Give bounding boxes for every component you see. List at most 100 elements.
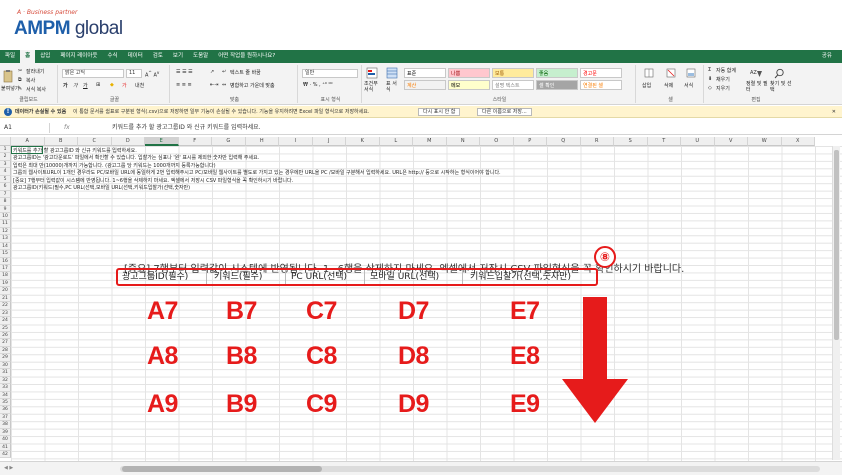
- cell-style-2[interactable]: 보통: [492, 68, 534, 78]
- horizontal-scrollbar[interactable]: [120, 466, 820, 472]
- row-header-32[interactable]: 32: [0, 376, 11, 385]
- row-header-16[interactable]: 16: [0, 257, 11, 266]
- row-header-30[interactable]: 30: [0, 361, 11, 370]
- horizontal-scroll-thumb[interactable]: [122, 466, 322, 472]
- cell-a4[interactable]: 그룹의 웹사이트URL이 1개인 경우라도 PC/모바일 URL에 동일하게 2…: [13, 169, 501, 176]
- row-header-12[interactable]: 12: [0, 227, 11, 236]
- row-header-39[interactable]: 39: [0, 428, 11, 437]
- underline-button[interactable]: 가: [83, 82, 88, 89]
- column-header-J[interactable]: J: [312, 137, 346, 146]
- row-header-31[interactable]: 31: [0, 369, 11, 377]
- row-header-18[interactable]: 18: [0, 272, 11, 280]
- column-header-E[interactable]: E: [145, 137, 179, 146]
- row-header-41[interactable]: 41: [0, 443, 11, 452]
- column-header-V[interactable]: V: [714, 137, 748, 146]
- save-as-button[interactable]: 다른 이름으로 저장...: [477, 108, 532, 116]
- tab-5[interactable]: 데이터: [123, 50, 148, 63]
- row-header-20[interactable]: 20: [0, 287, 11, 295]
- cell-style-3[interactable]: 좋음: [536, 68, 578, 78]
- autosum-button[interactable]: Σ 자동 합계: [708, 67, 736, 74]
- vertical-scroll-thumb[interactable]: [834, 150, 839, 340]
- row-header-29[interactable]: 29: [0, 354, 11, 362]
- sort-filter-button[interactable]: AZ: [750, 68, 762, 81]
- insert-cells-button[interactable]: [644, 68, 654, 80]
- active-cell[interactable]: [11, 146, 43, 154]
- merge-center-button[interactable]: ⇔ 병합하고 가운데 맞춤: [222, 82, 275, 89]
- delete-cells-button[interactable]: [666, 68, 676, 80]
- row-header-33[interactable]: 33: [0, 384, 11, 392]
- tab-1[interactable]: 홈: [20, 50, 36, 63]
- font-size-select[interactable]: 11: [126, 69, 142, 78]
- align-top-button[interactable]: ☰ ☰ ☰: [176, 69, 193, 75]
- row-header-28[interactable]: 28: [0, 346, 11, 355]
- tab-2[interactable]: 삽입: [35, 50, 55, 63]
- row-header-10[interactable]: 10: [0, 212, 11, 221]
- fill-color-button[interactable]: ◆: [110, 82, 114, 88]
- row-header-11[interactable]: 11: [0, 220, 11, 228]
- column-header-B[interactable]: B: [44, 137, 78, 146]
- column-header-X[interactable]: X: [781, 137, 815, 146]
- cell-a3[interactable]: 입력은 최대 만(10000)개까지 가능합니다. (광고그룹 당 키워드는 1…: [13, 162, 216, 169]
- row-header-5[interactable]: 5: [0, 175, 11, 184]
- cell-style-0[interactable]: 표준: [404, 68, 446, 78]
- tab-9[interactable]: 어떤 작업을 원하시나요?: [213, 50, 280, 63]
- cell-style-8[interactable]: 셀 확인: [536, 80, 578, 90]
- column-header-S[interactable]: S: [614, 137, 648, 146]
- tab-8[interactable]: 도움말: [188, 50, 213, 63]
- tab-4[interactable]: 수식: [102, 50, 122, 63]
- vertical-scrollbar[interactable]: [832, 146, 840, 460]
- column-header-T[interactable]: T: [647, 137, 681, 146]
- row-header-26[interactable]: 26: [0, 332, 11, 340]
- column-header-F[interactable]: F: [178, 137, 212, 146]
- font-grow-button[interactable]: A^ Av: [145, 70, 159, 79]
- column-header-A[interactable]: A: [11, 137, 45, 146]
- column-header-N[interactable]: N: [446, 137, 480, 146]
- row-header-23[interactable]: 23: [0, 309, 11, 318]
- copy-button[interactable]: ⧉ 복사: [18, 77, 35, 84]
- row-header-27[interactable]: 27: [0, 339, 11, 347]
- bold-button[interactable]: 가: [63, 82, 68, 89]
- column-header-R[interactable]: R: [580, 137, 614, 146]
- column-header-U[interactable]: U: [681, 137, 715, 146]
- column-header-K[interactable]: K: [346, 137, 380, 146]
- find-select-button[interactable]: [774, 68, 785, 81]
- cell-style-1[interactable]: 나쁨: [448, 68, 490, 78]
- row-header-36[interactable]: 36: [0, 406, 11, 414]
- column-header-C[interactable]: C: [78, 137, 112, 146]
- cell-style-5[interactable]: 계산: [404, 80, 446, 90]
- fill-button[interactable]: ⬇ 채우기: [708, 76, 730, 83]
- cell-style-4[interactable]: 경고문: [580, 68, 622, 78]
- column-header-P[interactable]: P: [513, 137, 547, 146]
- paste-button[interactable]: [2, 69, 14, 85]
- sheet-grid[interactable]: ABCDEFGHIJKLMNOPQRSTUVWX 1 2 3 4 5 6 7 8 9 10 11 12…: [0, 137, 842, 461]
- cell-style-9[interactable]: 연결된 셀: [580, 80, 622, 90]
- column-header-Q[interactable]: Q: [547, 137, 581, 146]
- close-icon[interactable]: ✕: [832, 106, 836, 118]
- cell-style-6[interactable]: 메모: [448, 80, 490, 90]
- align-left-button[interactable]: ≡ ≡ ≡: [176, 82, 192, 88]
- column-header-I[interactable]: I: [279, 137, 313, 146]
- sheet-nav-arrows[interactable]: ◀ ▶: [4, 465, 13, 471]
- indent-button[interactable]: ⇤⇥: [210, 82, 218, 88]
- accounting-button[interactable]: ₩ · % , ⁺⁰ ⁰⁰: [303, 82, 332, 88]
- row-header-42[interactable]: 42: [0, 451, 11, 459]
- column-header-M[interactable]: M: [413, 137, 447, 146]
- tab-3[interactable]: 페이지 레이아웃: [55, 50, 102, 63]
- row-header-13[interactable]: 13: [0, 235, 11, 243]
- share-button[interactable]: 공유: [817, 50, 842, 63]
- column-header-W[interactable]: W: [748, 137, 782, 146]
- row-header-34[interactable]: 34: [0, 391, 11, 399]
- row-header-4[interactable]: 4: [0, 168, 11, 176]
- select-all-corner[interactable]: [0, 137, 11, 146]
- tab-7[interactable]: 보기: [168, 50, 188, 63]
- cell-a2[interactable]: 광고그룹ID는 '광고다운로드' 파일에서 확인할 수 있습니다. 입찰가는 심…: [13, 154, 259, 161]
- row-header-17[interactable]: 17: [0, 265, 11, 273]
- border-button[interactable]: ⊞: [96, 82, 100, 88]
- formula-input[interactable]: 키워드를 추가 할 광고그룹ID 와 신규 키워드를 입력하세요.: [112, 121, 261, 135]
- cell-a6[interactable]: 광고그룹ID(키워드(필수,PC URL(선택,모바일 URL(선택,키워드입찰…: [13, 184, 190, 191]
- row-header-9[interactable]: 9: [0, 205, 11, 213]
- column-header-D[interactable]: D: [111, 137, 145, 146]
- row-header-35[interactable]: 35: [0, 398, 11, 407]
- fx-icon[interactable]: fx: [64, 121, 70, 135]
- row-header-25[interactable]: 25: [0, 324, 11, 332]
